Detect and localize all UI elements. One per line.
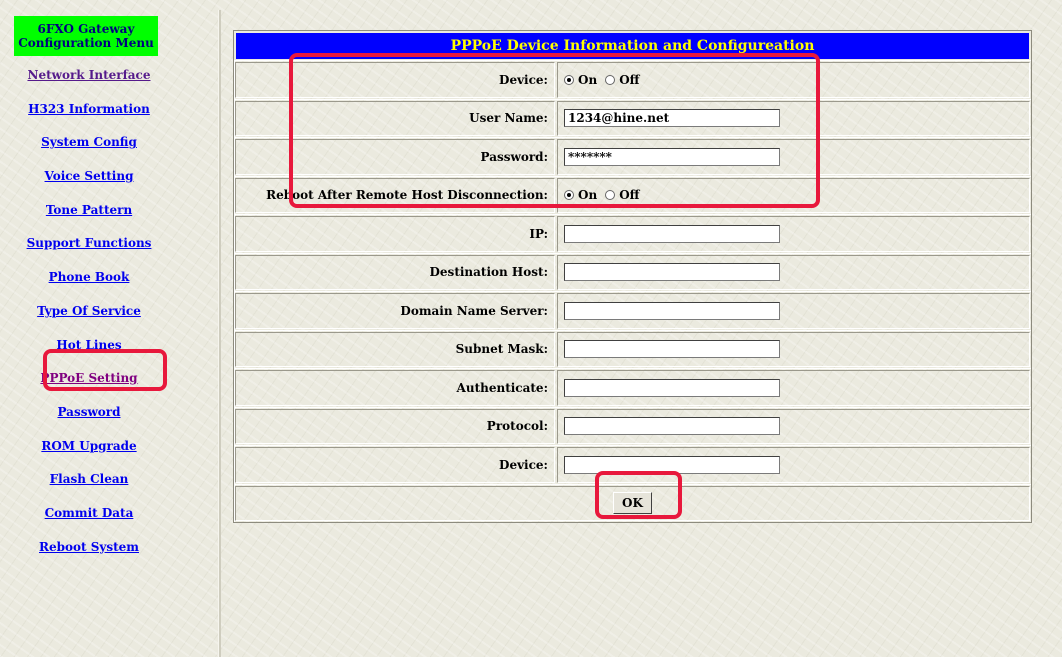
dns-input[interactable] xyxy=(564,301,780,320)
password-input[interactable] xyxy=(564,147,780,166)
device-radio-group: On Off xyxy=(564,73,644,87)
sidebar-item-support-functions: Support Functions xyxy=(14,232,164,266)
device-name-label: Device: xyxy=(235,447,555,483)
reboot-on-label: On xyxy=(578,188,598,203)
phone-book-link[interactable]: Phone Book xyxy=(49,270,130,284)
device-off-radio[interactable] xyxy=(605,74,616,85)
protocol-input[interactable] xyxy=(564,417,780,436)
device-name-field xyxy=(557,447,1030,483)
page-canvas: 6FXO Gateway Configuration Menu Network … xyxy=(0,0,1062,657)
reboot-off-label: Off xyxy=(619,188,640,203)
voice-setting-link[interactable]: Voice Setting xyxy=(45,169,134,183)
sidebar-item-h323-information: H323 Information xyxy=(14,98,164,132)
subnet-mask-input[interactable] xyxy=(564,340,780,359)
sidebar-item-voice-setting: Voice Setting xyxy=(14,165,164,199)
sidebar-item-password: Password xyxy=(14,401,164,435)
sidebar-item-phone-book: Phone Book xyxy=(14,266,164,300)
authenticate-input[interactable] xyxy=(564,378,780,397)
device-name-input[interactable] xyxy=(564,455,780,474)
destination-host-field xyxy=(557,254,1030,290)
subnet-mask-label: Subnet Mask: xyxy=(235,331,555,367)
destination-host-label: Destination Host: xyxy=(235,254,555,290)
username-field xyxy=(557,100,1030,136)
pppoe-form: PPPoE Device Information and Configureat… xyxy=(233,30,1032,523)
password-link[interactable]: Password xyxy=(57,405,120,419)
h323-information-link[interactable]: H323 Information xyxy=(28,102,150,116)
pppoe-setting-link[interactable]: PPPoE Setting xyxy=(40,371,137,385)
flash-clean-link[interactable]: Flash Clean xyxy=(50,472,129,486)
ip-field xyxy=(557,216,1030,252)
destination-host-input[interactable] xyxy=(564,263,780,282)
dns-field xyxy=(557,293,1030,329)
reboot-row: Reboot After Remote Host Disconnection: … xyxy=(234,175,1031,215)
sidebar-item-commit-data: Commit Data xyxy=(14,502,164,536)
sidebar-menu: Network Interface H323 Information Syste… xyxy=(14,64,164,569)
authenticate-row: Authenticate: xyxy=(234,368,1031,407)
sidebar-item-reboot-system: Reboot System xyxy=(14,536,164,570)
menu-header: 6FXO Gateway Configuration Menu xyxy=(14,16,158,56)
dns-row: Domain Name Server: xyxy=(234,291,1031,330)
password-row: Password: xyxy=(234,137,1031,176)
authenticate-field xyxy=(557,370,1030,406)
username-label: User Name: xyxy=(235,100,555,136)
rom-upgrade-link[interactable]: ROM Upgrade xyxy=(41,439,136,453)
submit-row: OK xyxy=(234,483,1031,523)
support-functions-link[interactable]: Support Functions xyxy=(27,236,152,250)
reboot-field: On Off xyxy=(557,177,1030,213)
reboot-radio-group: On Off xyxy=(564,188,644,202)
username-row: User Name: xyxy=(234,98,1031,138)
sidebar-item-type-of-service: Type Of Service xyxy=(14,300,164,334)
reboot-system-link[interactable]: Reboot System xyxy=(39,540,139,554)
system-config-link[interactable]: System Config xyxy=(41,135,137,149)
submit-cell: OK xyxy=(235,485,1030,521)
menu-header-line2: Configuration Menu xyxy=(18,36,154,50)
reboot-off-radio[interactable] xyxy=(605,190,616,201)
commit-data-link[interactable]: Commit Data xyxy=(45,506,134,520)
frame-divider[interactable] xyxy=(218,10,221,657)
password-label: Password: xyxy=(235,139,555,175)
ok-button[interactable]: OK xyxy=(613,492,652,515)
dns-label: Domain Name Server: xyxy=(235,293,555,329)
subnet-mask-row: Subnet Mask: xyxy=(234,329,1031,369)
subnet-mask-field xyxy=(557,331,1030,367)
sidebar-item-rom-upgrade: ROM Upgrade xyxy=(14,435,164,469)
ip-input[interactable] xyxy=(564,224,780,243)
ip-label: IP: xyxy=(235,216,555,252)
form-title: PPPoE Device Information and Configureat… xyxy=(234,31,1031,60)
ip-row: IP: xyxy=(234,214,1031,253)
device-label: Device: xyxy=(235,62,555,98)
destination-host-row: Destination Host: xyxy=(234,252,1031,292)
sidebar-item-pppoe-setting: PPPoE Setting xyxy=(14,367,164,401)
password-field xyxy=(557,139,1030,175)
device-on-radio[interactable] xyxy=(564,74,574,85)
authenticate-label: Authenticate: xyxy=(235,370,555,406)
sidebar-item-network-interface: Network Interface xyxy=(14,64,164,98)
type-of-service-link[interactable]: Type Of Service xyxy=(37,304,141,318)
menu-header-line1: 6FXO Gateway xyxy=(37,22,135,36)
device-on-label: On xyxy=(578,72,598,87)
username-input[interactable] xyxy=(564,109,780,128)
device-name-row: Device: xyxy=(234,445,1031,484)
hot-lines-link[interactable]: Hot Lines xyxy=(56,338,121,352)
tone-pattern-link[interactable]: Tone Pattern xyxy=(46,203,132,217)
protocol-row: Protocol: xyxy=(234,406,1031,446)
sidebar-item-hot-lines: Hot Lines xyxy=(14,334,164,368)
network-interface-link[interactable]: Network Interface xyxy=(27,68,150,82)
reboot-label: Reboot After Remote Host Disconnection: xyxy=(235,177,555,213)
protocol-label: Protocol: xyxy=(235,408,555,444)
device-off-label: Off xyxy=(619,72,640,87)
protocol-field xyxy=(557,408,1030,444)
sidebar-item-flash-clean: Flash Clean xyxy=(14,468,164,502)
sidebar-item-tone-pattern: Tone Pattern xyxy=(14,199,164,233)
device-row: Device: On Off xyxy=(234,60,1031,99)
reboot-on-radio[interactable] xyxy=(564,190,574,201)
sidebar-item-system-config: System Config xyxy=(14,131,164,165)
device-field: On Off xyxy=(557,62,1030,98)
